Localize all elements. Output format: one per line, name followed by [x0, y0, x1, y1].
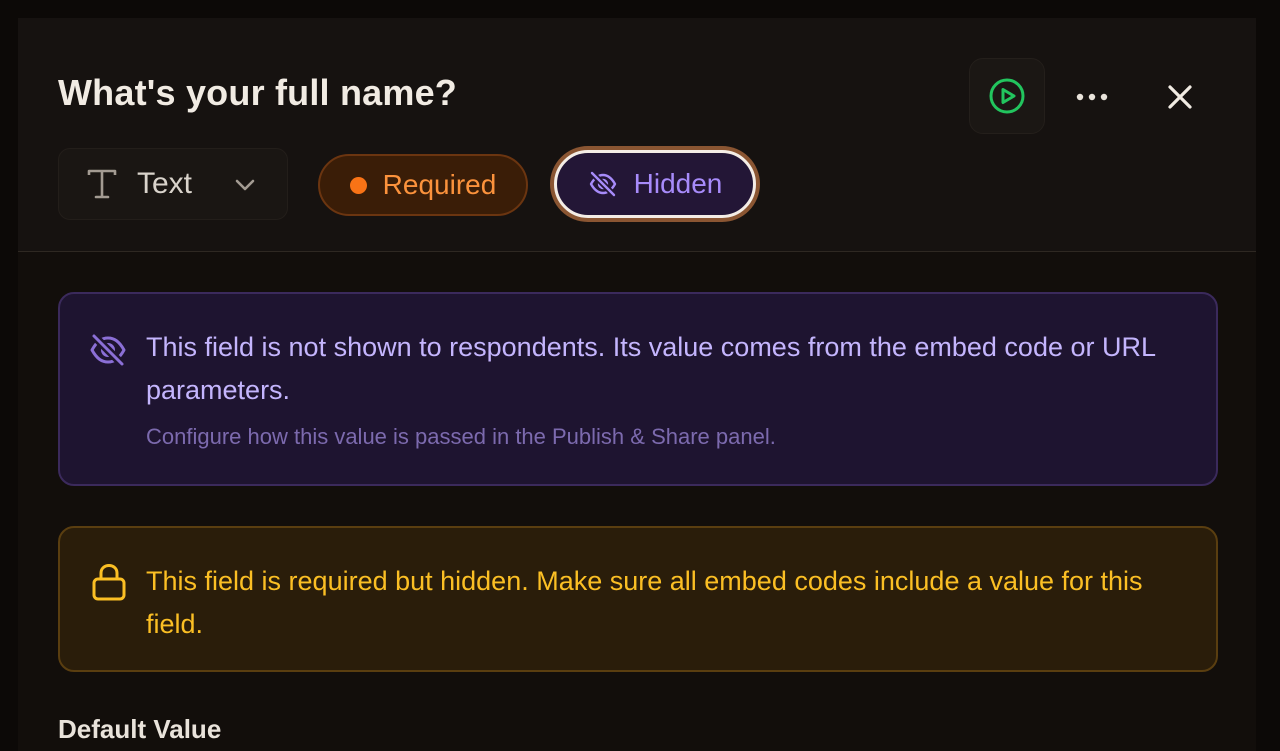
lock-icon	[92, 563, 126, 601]
hidden-toggle[interactable]: Hidden	[550, 146, 760, 222]
hidden-toggle-inner: Hidden	[554, 150, 756, 218]
play-circle-icon	[989, 78, 1025, 114]
hidden-field-notice: This field is not shown to respondents. …	[58, 292, 1218, 486]
preview-button[interactable]	[969, 58, 1045, 134]
close-icon	[1168, 85, 1192, 109]
field-type-label: Text	[137, 167, 193, 200]
required-hidden-warning: This field is required but hidden. Make …	[58, 526, 1218, 672]
hidden-notice-message: This field is not shown to respondents. …	[146, 332, 1155, 405]
eye-off-icon	[588, 170, 617, 198]
panel-header: What's your full name? Text Required Hid…	[18, 18, 1256, 252]
more-horizontal-icon	[1076, 93, 1108, 101]
field-title: What's your full name?	[58, 72, 457, 113]
field-type-select[interactable]: Text	[58, 148, 288, 220]
default-value-label: Default Value	[58, 714, 222, 744]
required-warning-message: This field is required but hidden. Make …	[146, 566, 1143, 639]
required-label: Required	[382, 169, 497, 200]
hidden-label: Hidden	[633, 168, 723, 199]
eye-off-icon	[90, 332, 126, 368]
close-button[interactable]	[1157, 74, 1203, 120]
required-toggle[interactable]: Required	[318, 154, 528, 216]
field-settings-panel: What's your full name? Text Required Hid…	[18, 18, 1256, 751]
hidden-notice-hint: Configure how this value is passed in th…	[146, 424, 776, 449]
required-dot-icon	[349, 176, 367, 194]
text-type-icon	[85, 167, 119, 201]
more-options-button[interactable]	[1069, 74, 1115, 120]
chevron-down-icon	[235, 179, 255, 191]
